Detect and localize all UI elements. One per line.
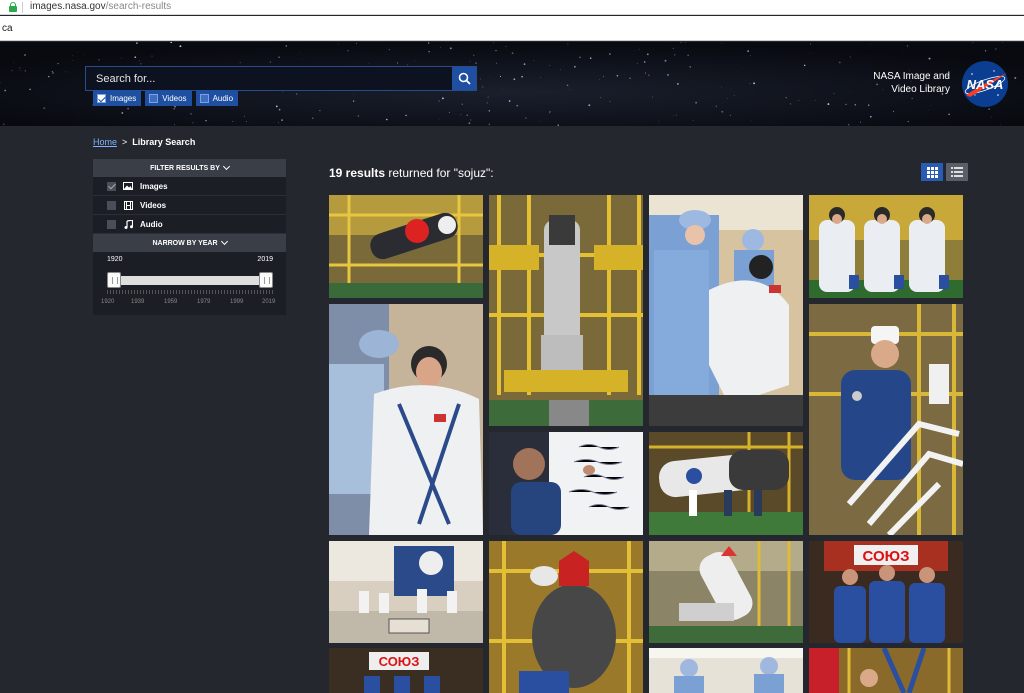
narrow-by-year-toggle[interactable]: NARROW BY YEAR [93, 234, 286, 252]
view-mode-switch [921, 163, 968, 181]
filter-heading: FILTER RESULTS BY [150, 164, 220, 172]
checkbox-icon [149, 93, 159, 103]
checkbox-icon [107, 200, 116, 210]
media-toggle-videos[interactable]: Videos [145, 90, 192, 106]
breadcrumb-separator: > [122, 137, 128, 147]
search-box [85, 66, 477, 91]
result-thumbnail[interactable] [329, 541, 483, 643]
grid-icon [926, 166, 938, 178]
breadcrumb-home-link[interactable]: Home [93, 137, 117, 147]
film-icon [123, 200, 133, 210]
site-title[interactable]: NASA Image and Video Library [846, 70, 950, 96]
checkbox-icon [107, 181, 116, 191]
result-thumbnail[interactable]: СОЮЗ [329, 648, 483, 693]
result-thumbnail[interactable] [809, 648, 963, 693]
year-slider-min-handle[interactable] [107, 272, 121, 288]
lock-icon [9, 2, 17, 12]
filter-audio[interactable]: Audio [93, 215, 286, 234]
year-max-label: 2019 [257, 256, 273, 263]
svg-text:СОЮЗ: СОЮЗ [863, 548, 910, 565]
find-bar[interactable]: ca [0, 16, 1024, 41]
list-icon [951, 167, 963, 177]
filter-label: Videos [140, 200, 167, 210]
list-view-button[interactable] [946, 163, 968, 181]
checkbox-icon [107, 219, 116, 229]
result-thumbnail[interactable] [489, 541, 643, 693]
filter-label: Audio [140, 219, 163, 229]
year-heading: NARROW BY YEAR [152, 239, 218, 247]
year-range-labels: 1920 2019 [93, 252, 286, 266]
media-toggle-label: Videos [162, 93, 187, 103]
year-min-label: 1920 [107, 256, 123, 263]
result-thumbnail[interactable] [649, 432, 803, 535]
media-type-toggles: Images Videos Audio [93, 90, 239, 106]
media-toggle-audio[interactable]: Audio [195, 90, 239, 106]
search-input[interactable] [86, 67, 452, 90]
result-thumbnail[interactable] [329, 195, 483, 298]
url-path: /search-results [105, 1, 172, 12]
filter-images[interactable]: Images [93, 177, 286, 196]
filter-panel: FILTER RESULTS BY Images Videos Audio NA… [93, 159, 286, 315]
year-tick: 1959 [164, 299, 178, 305]
result-thumbnail[interactable] [649, 541, 803, 643]
year-tick: 2019 [262, 299, 276, 305]
image-icon [123, 182, 133, 191]
breadcrumb: Home > Library Search [93, 137, 195, 147]
result-thumbnail[interactable]: СОЮЗ [809, 541, 963, 643]
year-slider-max-handle[interactable] [259, 272, 273, 288]
chevron-down-icon [220, 237, 228, 246]
year-tick: 1999 [230, 299, 244, 305]
filter-results-toggle[interactable]: FILTER RESULTS BY [93, 159, 286, 177]
site-title-line2: Video Library [891, 84, 950, 95]
site-header: Images Videos Audio NASA Image and Video… [0, 42, 1024, 126]
url-domain: images.nasa.gov [30, 1, 106, 12]
checkbox-icon [199, 93, 209, 103]
logo-text: NASA [967, 77, 1004, 92]
result-thumbnail[interactable] [489, 195, 643, 426]
result-thumbnail[interactable] [809, 304, 963, 535]
media-toggle-images[interactable]: Images [93, 90, 142, 106]
chevron-down-icon [222, 162, 230, 171]
nasa-logo[interactable]: NASA [960, 59, 1010, 109]
result-thumbnail[interactable] [649, 195, 803, 426]
site-title-line1: NASA Image and [873, 71, 950, 82]
year-slider-ticks [107, 290, 273, 294]
result-thumbnail[interactable] [649, 648, 803, 693]
breadcrumb-current: Library Search [132, 137, 196, 147]
music-note-icon [123, 219, 133, 229]
search-icon [458, 72, 471, 85]
checkbox-icon [97, 93, 106, 103]
results-summary: 19 results returned for "sojuz": [329, 166, 494, 180]
results-count: 19 results [329, 166, 386, 180]
search-button[interactable] [452, 67, 476, 90]
year-tick-labels: 1920 1939 1959 1979 1999 2019 [93, 299, 286, 309]
year-tick: 1939 [131, 299, 145, 305]
find-text: ca [2, 23, 13, 34]
result-thumbnail[interactable] [809, 195, 963, 298]
year-slider-track[interactable] [107, 276, 273, 285]
result-thumbnail[interactable] [489, 432, 643, 535]
result-thumbnail[interactable] [329, 304, 483, 535]
browser-url-bar[interactable]: images.nasa.gov/search-results [0, 0, 1024, 15]
year-tick: 1979 [197, 299, 211, 305]
url-separator [22, 2, 23, 13]
media-toggle-label: Images [110, 93, 137, 103]
svg-text:СОЮЗ: СОЮЗ [379, 654, 420, 669]
filter-label: Images [140, 181, 168, 191]
grid-view-button[interactable] [921, 163, 943, 181]
filter-videos[interactable]: Videos [93, 196, 286, 215]
media-toggle-label: Audio [212, 93, 234, 103]
year-tick: 1920 [101, 299, 115, 305]
results-query: returned for "sojuz": [385, 166, 494, 180]
